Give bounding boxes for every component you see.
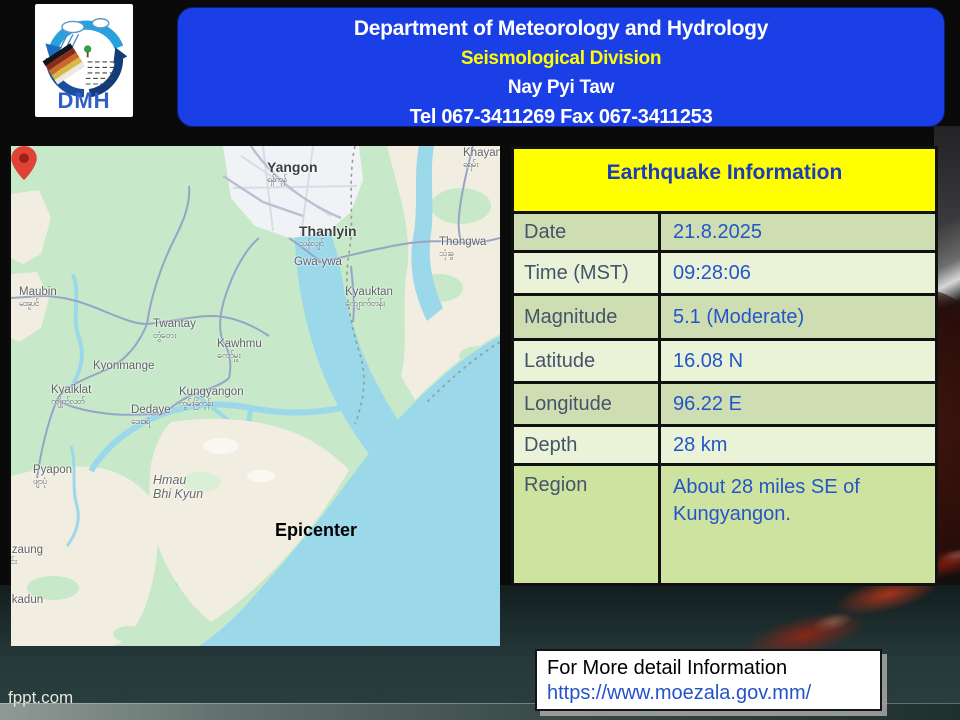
map-label-maubin: Maubinမအူပင် (19, 286, 57, 309)
more-info-text: For More detail Information (547, 656, 870, 681)
more-info-link[interactable]: https://www.moezala.gov.mm/ (547, 681, 870, 706)
slide: DMH Department of Meteorology and Hydrol… (0, 0, 960, 720)
epicenter-pin-icon (11, 146, 37, 180)
epicenter-label: Epicenter (256, 520, 376, 541)
table-title: Earthquake Information (514, 149, 935, 211)
fppt-watermark: fppt.com (8, 688, 73, 708)
map-label-khayan: Khayanခရမ်း (463, 147, 500, 170)
map-label-yangon: Yangonရန်ကုန် (267, 160, 318, 185)
dmh-logo: DMH (35, 4, 133, 117)
earthquake-info-table: Earthquake Information Date 21.8.2025 Ti… (511, 146, 938, 586)
region-label: Region (514, 466, 658, 583)
map-label-twantay: Twantayတွံတေး (153, 318, 196, 341)
magnitude-label: Magnitude (514, 296, 658, 338)
city-line: Nay Pyi Taw (178, 77, 944, 99)
map-label-thanlyin: Thanlyinသန်လျင် (299, 224, 357, 249)
epicenter-map: Epicenter Khayanခရမ်း Yangonရန်ကုန် Thanly… (11, 146, 500, 646)
time-label: Time (MST) (514, 253, 658, 293)
svg-text:DMH: DMH (57, 87, 110, 112)
latitude-label: Latitude (514, 341, 658, 381)
division-title: Seismological Division (178, 48, 944, 70)
map-label-gwaywa: Gwa-ywa (294, 256, 342, 269)
map-label-thongwa: Thongwaသုံးခွ (439, 236, 486, 259)
map-label-onkadun: onkadun (11, 594, 43, 607)
map-label-pyapon: Pyaponဖျာပုံ (33, 464, 72, 487)
time-value: 09:28:06 (661, 253, 935, 293)
map-label-dedaye: Dedayeဒေးဒရဲ (131, 404, 171, 427)
depth-label: Depth (514, 427, 658, 463)
dmh-logo-icon: DMH (38, 7, 130, 115)
title-banner: Department of Meteorology and Hydrology … (177, 7, 945, 127)
magnitude-value: 5.1 (Moderate) (661, 296, 935, 338)
map-label-wezaung: wezaungဇောင်း (11, 544, 43, 567)
map-label-kawhmu: Kawhmuကော်မှူး (217, 338, 262, 361)
map-label-kyonmange: Kyonmange (93, 360, 154, 373)
department-title: Department of Meteorology and Hydrology (178, 17, 944, 41)
longitude-value: 96.22 E (661, 384, 935, 424)
more-info-box: For More detail Information https://www.… (535, 649, 882, 711)
date-label: Date (514, 214, 658, 250)
latitude-value: 16.08 N (661, 341, 935, 381)
longitude-label: Longitude (514, 384, 658, 424)
map-label-hmau: HmauBhi Kyun (153, 474, 203, 502)
phone-line: Tel 067-3411269 Fax 067-3411253 (178, 106, 944, 129)
map-label-kyauktan: Kyauktanကျောက်တန်း (345, 286, 393, 309)
region-value: About 28 miles SE of Kungyangon. (661, 466, 935, 583)
date-value: 21.8.2025 (661, 214, 935, 250)
depth-value: 28 km (661, 427, 935, 463)
map-label-kyaiklat: Kyaiklatကျိုက်လတ် (51, 384, 91, 407)
map-label-kungyangon: Kungyangonကွမ်းခြံကုန်း (179, 386, 244, 409)
